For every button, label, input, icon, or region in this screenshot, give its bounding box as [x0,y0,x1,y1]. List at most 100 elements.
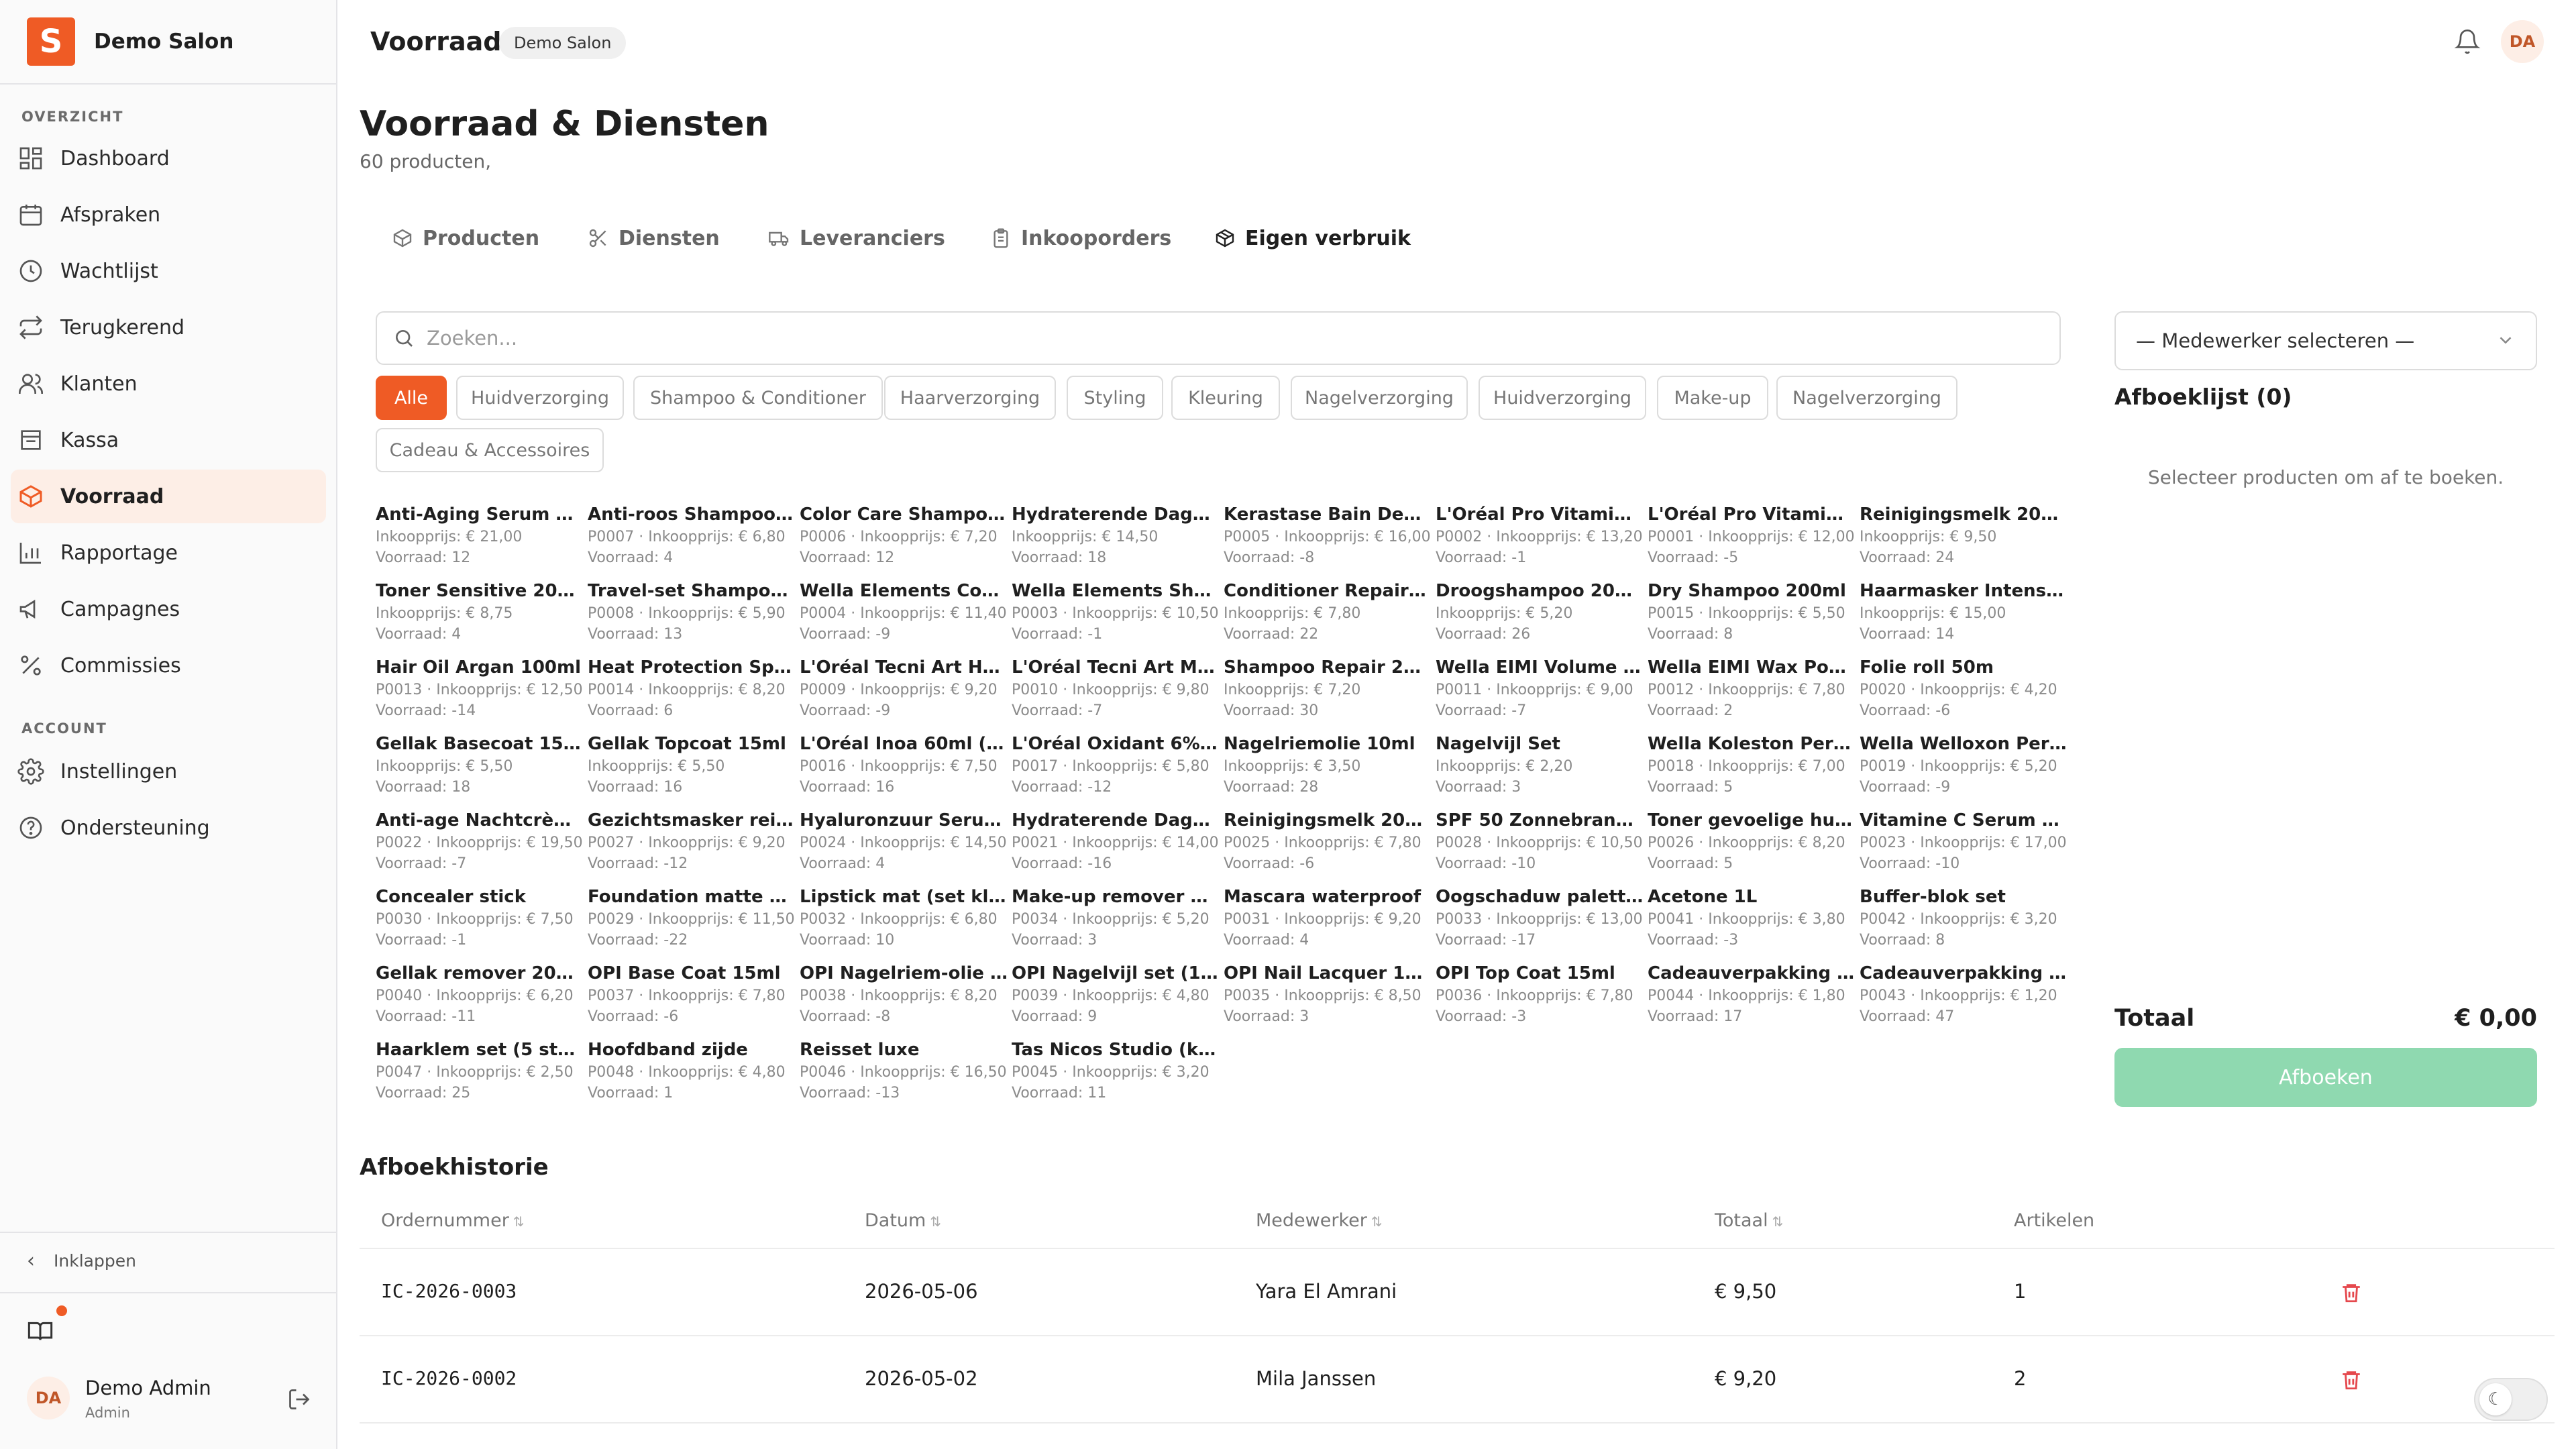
product-card[interactable]: Conditioner Repair 2... Inkoopprijs: € 7,… [1224,581,1432,643]
column-header-ordernummer[interactable]: Ordernummer ⇅ [381,1210,525,1231]
product-card[interactable]: Hyaluronzuur Serum... P0024 · Inkoopprijs… [800,810,1008,872]
filter-chip[interactable]: Kleuring [1171,376,1280,420]
tab-producten[interactable]: Producten [392,221,539,255]
header-avatar[interactable]: DA [2501,20,2544,63]
column-header-totaal[interactable]: Totaal ⇅ [1715,1210,1783,1231]
sidebar-item-kassa[interactable]: Kassa [11,413,326,467]
search-input[interactable] [427,327,1970,350]
product-card[interactable]: SPF 50 Zonnebrand ... P0028 · Inkoopprijs… [1436,810,1644,872]
sidebar-item-afspraken[interactable]: Afspraken [11,188,326,241]
product-card[interactable]: Anti-age Nachtcrèm... P0022 · Inkoopprijs… [376,810,584,872]
product-card[interactable]: Gellak remover 200ml P0040 · Inkoopprijs:… [376,963,584,1025]
product-card[interactable]: OPI Base Coat 15ml P0037 · Inkoopprijs: €… [588,963,796,1025]
product-card[interactable]: Hair Oil Argan 100ml P0013 · Inkoopprijs:… [376,657,584,719]
column-header-datum[interactable]: Datum ⇅ [865,1210,941,1231]
product-card[interactable]: Gezichtsmasker rein... P0027 · Inkoopprij… [588,810,796,872]
product-card[interactable]: L'Oréal Oxidant 6% 1L P0017 · Inkoopprijs… [1012,734,1220,796]
product-card[interactable]: Kerastase Bain Dens... P0005 · Inkoopprij… [1224,504,1432,566]
product-card[interactable]: Shampoo Repair 250... Inkoopprijs: € 7,20… [1224,657,1432,719]
sidebar-item-campagnes[interactable]: Campagnes [11,582,326,636]
trash-icon[interactable] [2340,1368,2363,1392]
product-card[interactable]: L'Oréal Tecni Art Mo... P0010 · Inkooppri… [1012,657,1220,719]
product-card[interactable]: Hydraterende Dagcr... P0021 · Inkoopprijs… [1012,810,1220,872]
product-card[interactable]: L'Oréal Tecni Art Hai... P0009 · Inkooppr… [800,657,1008,719]
product-card[interactable]: Wella EIMI Volume M... P0011 · Inkoopprij… [1436,657,1644,719]
tab-leveranciers[interactable]: Leveranciers [769,221,945,255]
product-card[interactable]: Gellak Topcoat 15ml Inkoopprijs: € 5,50 Vo… [588,734,796,796]
filter-chip[interactable]: Cadeau & Accessoires [376,428,604,472]
product-card[interactable]: Hydraterende Dagcr... Inkoopprijs: € 14,5… [1012,504,1220,566]
product-card[interactable]: Mascara waterproof P0031 · Inkoopprijs: €… [1224,887,1432,949]
product-card[interactable]: Anti-Aging Serum 30... Inkoopprijs: € 21,… [376,504,584,566]
sidebar-item-rapportage[interactable]: Rapportage [11,526,326,580]
logout-icon[interactable] [287,1387,311,1411]
product-card[interactable]: Color Care Shampoo... P0006 · Inkoopprijs… [800,504,1008,566]
filter-chip[interactable]: Shampoo & Conditioner [633,376,883,420]
sidebar-item-instellingen[interactable]: Instellingen [11,745,326,798]
product-card[interactable]: OPI Top Coat 15ml P0036 · Inkoopprijs: € … [1436,963,1644,1025]
product-card[interactable]: Gellak Basecoat 15ml Inkoopprijs: € 5,50 V… [376,734,584,796]
sidebar-item-klanten[interactable]: Klanten [11,357,326,411]
product-card[interactable]: Tas Nicos Studio (ka... P0045 · Inkooppri… [1012,1040,1220,1102]
sidebar-item-wachtlijst[interactable]: Wachtlijst [11,244,326,298]
product-card[interactable]: L'Oréal Pro Vitamino... P0002 · Inkooppri… [1436,504,1644,566]
filter-chip[interactable]: Nagelverzorging [1776,376,1957,420]
column-header-medewerker[interactable]: Medewerker ⇅ [1256,1210,1383,1231]
product-card[interactable]: Acetone 1L P0041 · Inkoopprijs: € 3,80 Voo… [1648,887,1856,949]
product-card[interactable]: L'Oréal Pro Vitamino... P0001 · Inkooppri… [1648,504,1856,566]
brand[interactable]: S Demo Salon [0,0,337,85]
filter-chip[interactable]: Huidverzorging [1479,376,1646,420]
product-card[interactable]: Reinigingsmelk 200ml Inkoopprijs: € 9,50 V… [1860,504,2068,566]
trash-icon[interactable] [2340,1281,2363,1305]
filter-chip[interactable]: Haarverzorging [884,376,1056,420]
product-card[interactable]: Nagelriemolie 10ml Inkoopprijs: € 3,50 Voo… [1224,734,1432,796]
filter-chip-alle[interactable]: Alle [376,376,447,420]
product-card[interactable]: Vitamine C Serum 3... P0023 · Inkoopprijs… [1860,810,2068,872]
filter-chip[interactable]: Styling [1067,376,1163,420]
product-card[interactable]: Cadeauverpakking s... P0043 · Inkoopprijs… [1860,963,2068,1025]
product-card[interactable]: Haarmasker Intense ... Inkoopprijs: € 15,… [1860,581,2068,643]
product-card[interactable]: Foundation matte 3... P0029 · Inkoopprijs… [588,887,796,949]
product-card[interactable]: Droogshampoo 200ml Inkoopprijs: € 5,20 Voo… [1436,581,1644,643]
product-card[interactable]: Oogschaduw palette... P0033 · Inkoopprijs… [1436,887,1644,949]
product-card[interactable]: Make-up remover 20... P0034 · Inkoopprijs… [1012,887,1220,949]
product-card[interactable]: Reisset luxe P0046 · Inkoopprijs: € 16,50… [800,1040,1008,1102]
collapse-sidebar-button[interactable]: ‹ Inklappen [27,1249,136,1273]
product-card[interactable]: OPI Nail Lacquer 15ml P0035 · Inkoopprijs… [1224,963,1432,1025]
product-card[interactable]: Dry Shampoo 200ml P0015 · Inkoopprijs: € … [1648,581,1856,643]
filter-chip[interactable]: Make-up [1657,376,1768,420]
sidebar-item-voorraad[interactable]: Voorraad [11,470,326,523]
theme-toggle[interactable]: ☾ [2474,1378,2548,1421]
filter-chip[interactable]: Huidverzorging [456,376,624,420]
employee-select[interactable]: — Medewerker selecteren — [2114,311,2537,370]
product-card[interactable]: Concealer stick P0030 · Inkoopprijs: € 7,… [376,887,584,949]
product-card[interactable]: Reinigingsmelk 200ml P0025 · Inkoopprijs:… [1224,810,1432,872]
product-card[interactable]: Hoofdband zijde P0048 · Inkoopprijs: € 4,… [588,1040,796,1102]
product-card[interactable]: Cadeauverpakking l... P0044 · Inkoopprijs… [1648,963,1856,1025]
product-card[interactable]: Toner Sensitive 200ml Inkoopprijs: € 8,75… [376,581,584,643]
product-card[interactable]: Travel-set Shampoo ... P0008 · Inkoopprij… [588,581,796,643]
tab-eigen-verbruik[interactable]: Eigen verbruik [1214,221,1411,255]
product-card[interactable]: Heat Protection Spr... P0014 · Inkoopprij… [588,657,796,719]
product-card[interactable]: Wella Elements Sha... P0003 · Inkoopprijs… [1012,581,1220,643]
sidebar-item-commissies[interactable]: Commissies [11,639,326,692]
book-icon[interactable] [27,1318,54,1344]
product-card[interactable]: OPI Nagelvijl set (10... P0039 · Inkooppr… [1012,963,1220,1025]
sidebar-item-ondersteuning[interactable]: Ondersteuning [11,801,326,855]
product-card[interactable]: Buffer-blok set P0042 · Inkoopprijs: € 3,… [1860,887,2068,949]
filter-chip[interactable]: Nagelverzorging [1291,376,1468,420]
product-card[interactable]: Wella Welloxon Perf... P0019 · Inkoopprij… [1860,734,2068,796]
avatar[interactable]: DA [27,1377,70,1419]
product-card[interactable]: Lipstick mat (set kle... P0032 · Inkooppr… [800,887,1008,949]
product-card[interactable]: OPI Nagelriem-olie 1... P0038 · Inkooppri… [800,963,1008,1025]
product-card[interactable]: Toner gevoelige huid... P0026 · Inkooppri… [1648,810,1856,872]
tab-diensten[interactable]: Diensten [588,221,720,255]
product-card[interactable]: Folie roll 50m P0020 · Inkoopprijs: € 4,2… [1860,657,2068,719]
bell-icon[interactable] [2454,28,2481,55]
product-card[interactable]: L'Oréal Inoa 60ml (v... P0016 · Inkooppri… [800,734,1008,796]
product-card[interactable]: Haarklem set (5 stu... P0047 · Inkoopprij… [376,1040,584,1102]
sidebar-item-dashboard[interactable]: Dashboard [11,131,326,185]
product-card[interactable]: Wella Koleston Perfe... P0018 · Inkooppri… [1648,734,1856,796]
product-card[interactable]: Wella Elements Con... P0004 · Inkoopprijs… [800,581,1008,643]
product-card[interactable]: Anti-roos Shampoo ... P0007 · Inkoopprijs… [588,504,796,566]
